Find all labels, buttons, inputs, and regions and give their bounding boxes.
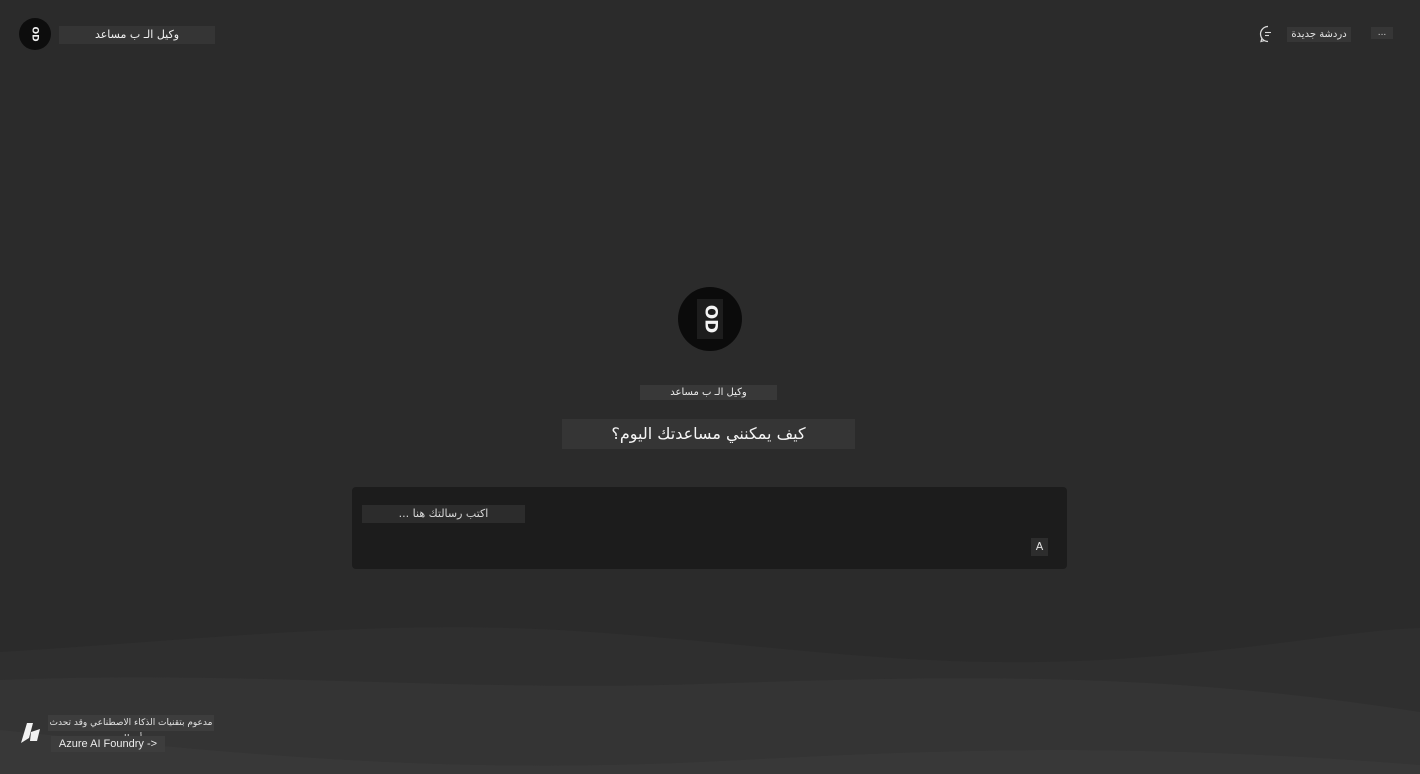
chat-page: OD وكيل الـ ب مساعد دردشة جديدة ... OD و… <box>0 0 1420 774</box>
azure-foundry-logo-icon <box>21 723 40 743</box>
agent-avatar-large-initials: OD <box>700 304 721 334</box>
message-input-placeholder: اكتب رسالتك هنا ... <box>362 505 525 523</box>
footer-disclaimer: مدعوم بتقنيات الذكاء الاصطناعي وقد تحدث … <box>48 715 214 744</box>
agent-name-header: وكيل الـ ب مساعد <box>59 26 215 44</box>
new-chat-button[interactable]: دردشة جديدة <box>1259 24 1351 44</box>
azure-foundry-link[interactable]: Azure AI Foundry -> <box>51 736 165 752</box>
message-input[interactable]: اكتب رسالتك هنا ... A <box>352 487 1067 569</box>
chat-bubble-icon <box>1259 25 1271 43</box>
agent-avatar-large: OD <box>678 287 742 351</box>
wave-decoration <box>0 627 1420 774</box>
agent-avatar-initials: OD <box>30 26 40 42</box>
more-options-button[interactable]: ... <box>1371 27 1393 39</box>
attach-button[interactable]: A <box>1031 538 1048 556</box>
agent-avatar: OD <box>19 18 51 50</box>
greeting-heading: كيف يمكنني مساعدتك اليوم؟ <box>562 419 855 449</box>
new-chat-label: دردشة جديدة <box>1287 26 1351 42</box>
agent-name-center: وكيل الـ ب مساعد <box>640 385 777 400</box>
agent-avatar-large-frame: OD <box>697 299 723 339</box>
